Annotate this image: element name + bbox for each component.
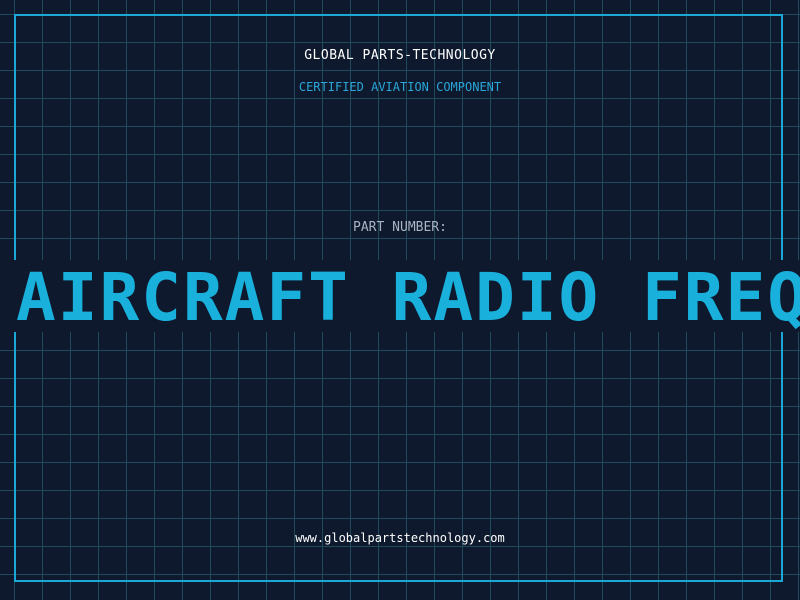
subtitle: CERTIFIED AVIATION COMPONENT — [298, 80, 502, 94]
part-name: AIRCRAFT RADIO FREQUENCY — [16, 260, 800, 332]
website-link[interactable]: www.globalpartstechnology.com — [0, 531, 800, 545]
part-number-label: PART NUMBER: — [353, 220, 447, 235]
certificate-canvas: GLOBAL PARTS-TECHNOLOGY CERTIFIED AVIATI… — [0, 0, 800, 600]
brand-title: GLOBAL PARTS-TECHNOLOGY — [304, 48, 496, 63]
part-name-band: AIRCRAFT RADIO FREQUENCY — [0, 260, 800, 332]
